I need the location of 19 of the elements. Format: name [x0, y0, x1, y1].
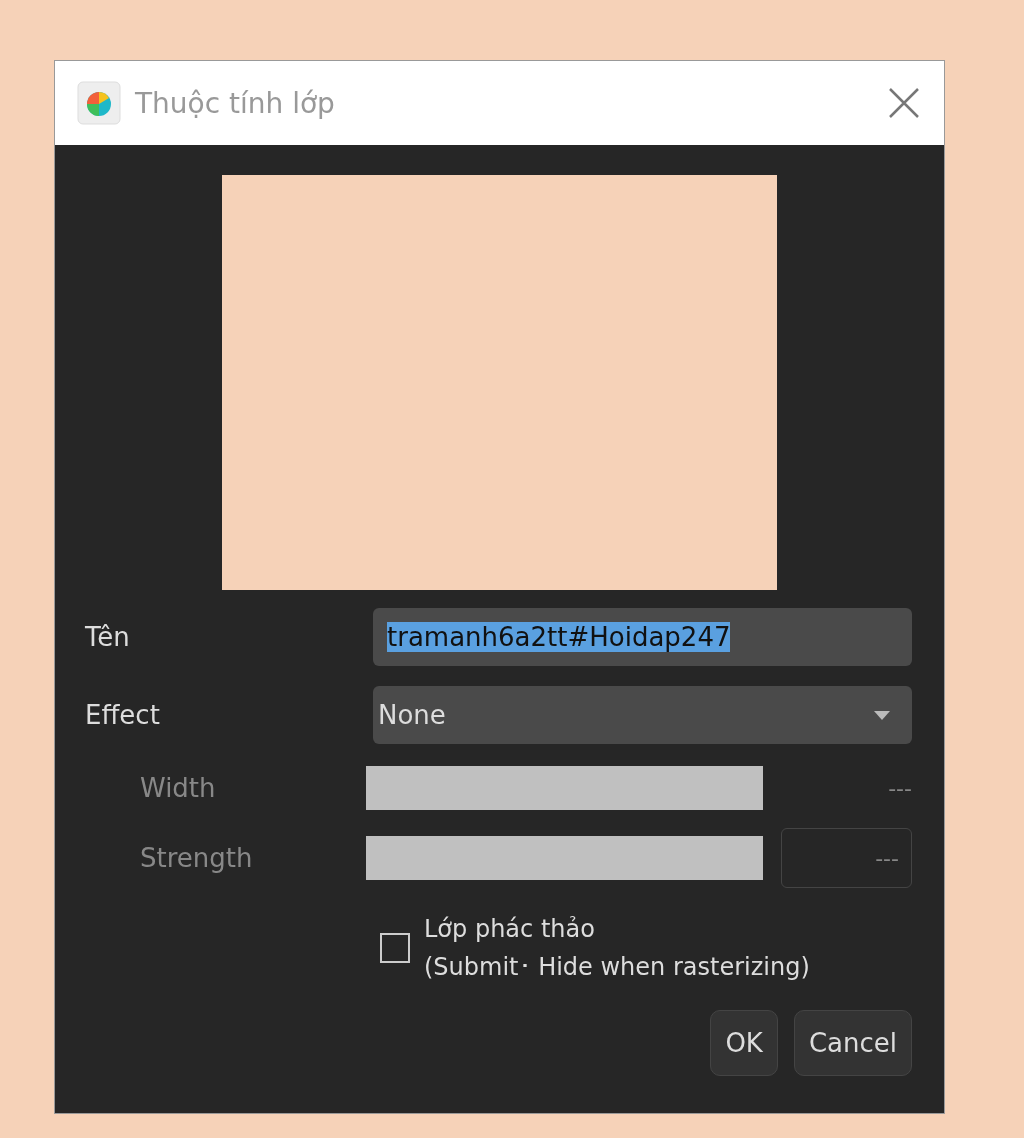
close-icon[interactable] [888, 87, 920, 119]
slider-label: Strength [140, 843, 254, 873]
dropdown-caret-icon [872, 709, 892, 721]
draft-checkbox[interactable] [380, 933, 410, 963]
name-field[interactable]: tramanh6a2tt#Hoidap247 [373, 608, 912, 666]
app-icon [77, 81, 121, 125]
checkbox-label: Lớp phác thảo [424, 914, 596, 945]
effect-label: Effect [85, 700, 161, 730]
slider-track[interactable] [366, 836, 763, 880]
ok-button[interactable]: OK [710, 1010, 778, 1076]
cancel-button[interactable]: Cancel [793, 1010, 912, 1076]
name-label: Tên [85, 622, 131, 652]
slider-track[interactable] [366, 766, 763, 810]
effect-dropdown[interactable]: None [373, 686, 912, 744]
slider-label: Width [140, 773, 217, 803]
window-title: Thuộc tính lớp [135, 86, 336, 120]
checkbox-note: (Submit･ Hide when rasterizing) [424, 952, 810, 983]
slider-reading: --- [887, 775, 912, 801]
name-value: tramanh6a2tt#Hoidap247 [387, 622, 731, 652]
